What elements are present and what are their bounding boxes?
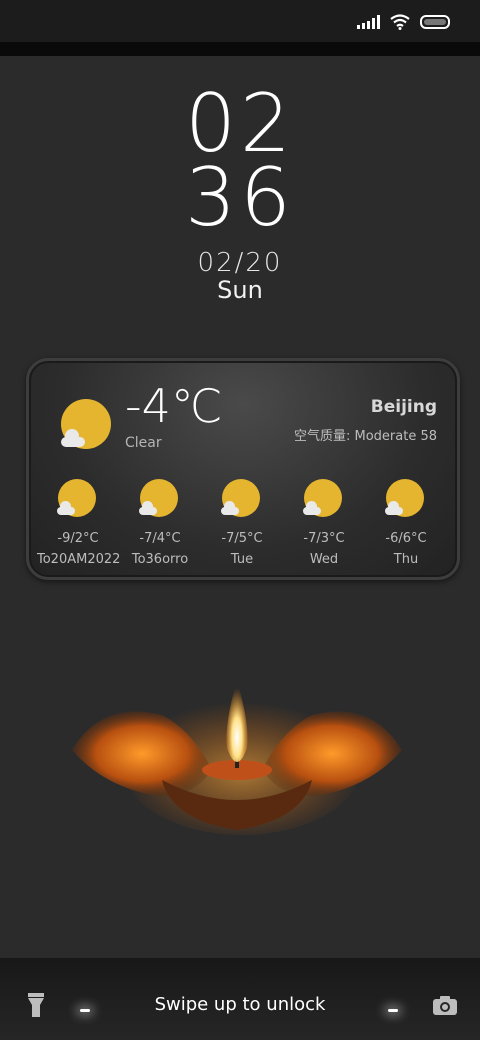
air-quality: 空气质量: Moderate 58: [293, 429, 437, 444]
sun-cloud-icon: [384, 477, 428, 521]
battery-icon: [420, 15, 450, 29]
forecast-range: -9/2°C: [57, 531, 99, 546]
forecast-item: -6/6°C Thu: [365, 475, 447, 567]
camera-icon[interactable]: [432, 994, 458, 1016]
forecast-range: -7/5°C: [221, 531, 263, 546]
forecast-day: Tue: [230, 552, 254, 567]
status-bar: [0, 0, 480, 42]
forecast-item: -7/3°C Wed: [283, 475, 365, 567]
current-condition: Clear: [125, 435, 162, 451]
forecast-range: -6/6°C: [385, 531, 427, 546]
candle-wallpaper: [72, 680, 402, 835]
forecast-day: To20AM2022: [37, 552, 121, 567]
swipe-unlock-hint[interactable]: Swipe up to unlock: [0, 994, 480, 1015]
weather-city: Beijing: [370, 397, 437, 417]
clock-minutes: 36: [185, 151, 295, 244]
clock-day: Sun: [217, 276, 263, 304]
signal-icon: [357, 15, 380, 29]
forecast-item: -7/4°C To36orro: [119, 475, 201, 567]
sun-cloud-icon: [56, 477, 100, 521]
sun-cloud-icon: [302, 477, 346, 521]
sun-cloud-icon: [59, 397, 115, 453]
forecast-day: Wed: [309, 552, 339, 567]
forecast-range: -7/4°C: [139, 531, 181, 546]
forecast-item: -7/5°C Tue: [201, 475, 283, 567]
status-bar-divider: [0, 42, 480, 56]
clock-date: 02/20: [197, 248, 283, 278]
sun-cloud-icon: [220, 477, 264, 521]
current-temperature: -4℃: [125, 379, 223, 433]
sun-cloud-icon: [138, 477, 182, 521]
wifi-icon: [390, 14, 410, 30]
weather-widget[interactable]: -4℃ Clear Beijing 空气质量: Moderate 58 -9/2…: [26, 358, 460, 580]
forecast-range: -7/3°C: [303, 531, 345, 546]
forecast-item: -9/2°C To20AM2022: [37, 475, 121, 567]
forecast-day: Thu: [393, 552, 419, 567]
forecast-day: To36orro: [131, 552, 189, 567]
forecast-row: -9/2°C To20AM2022 -7/4°C To36orro -7/5°C…: [37, 475, 447, 567]
